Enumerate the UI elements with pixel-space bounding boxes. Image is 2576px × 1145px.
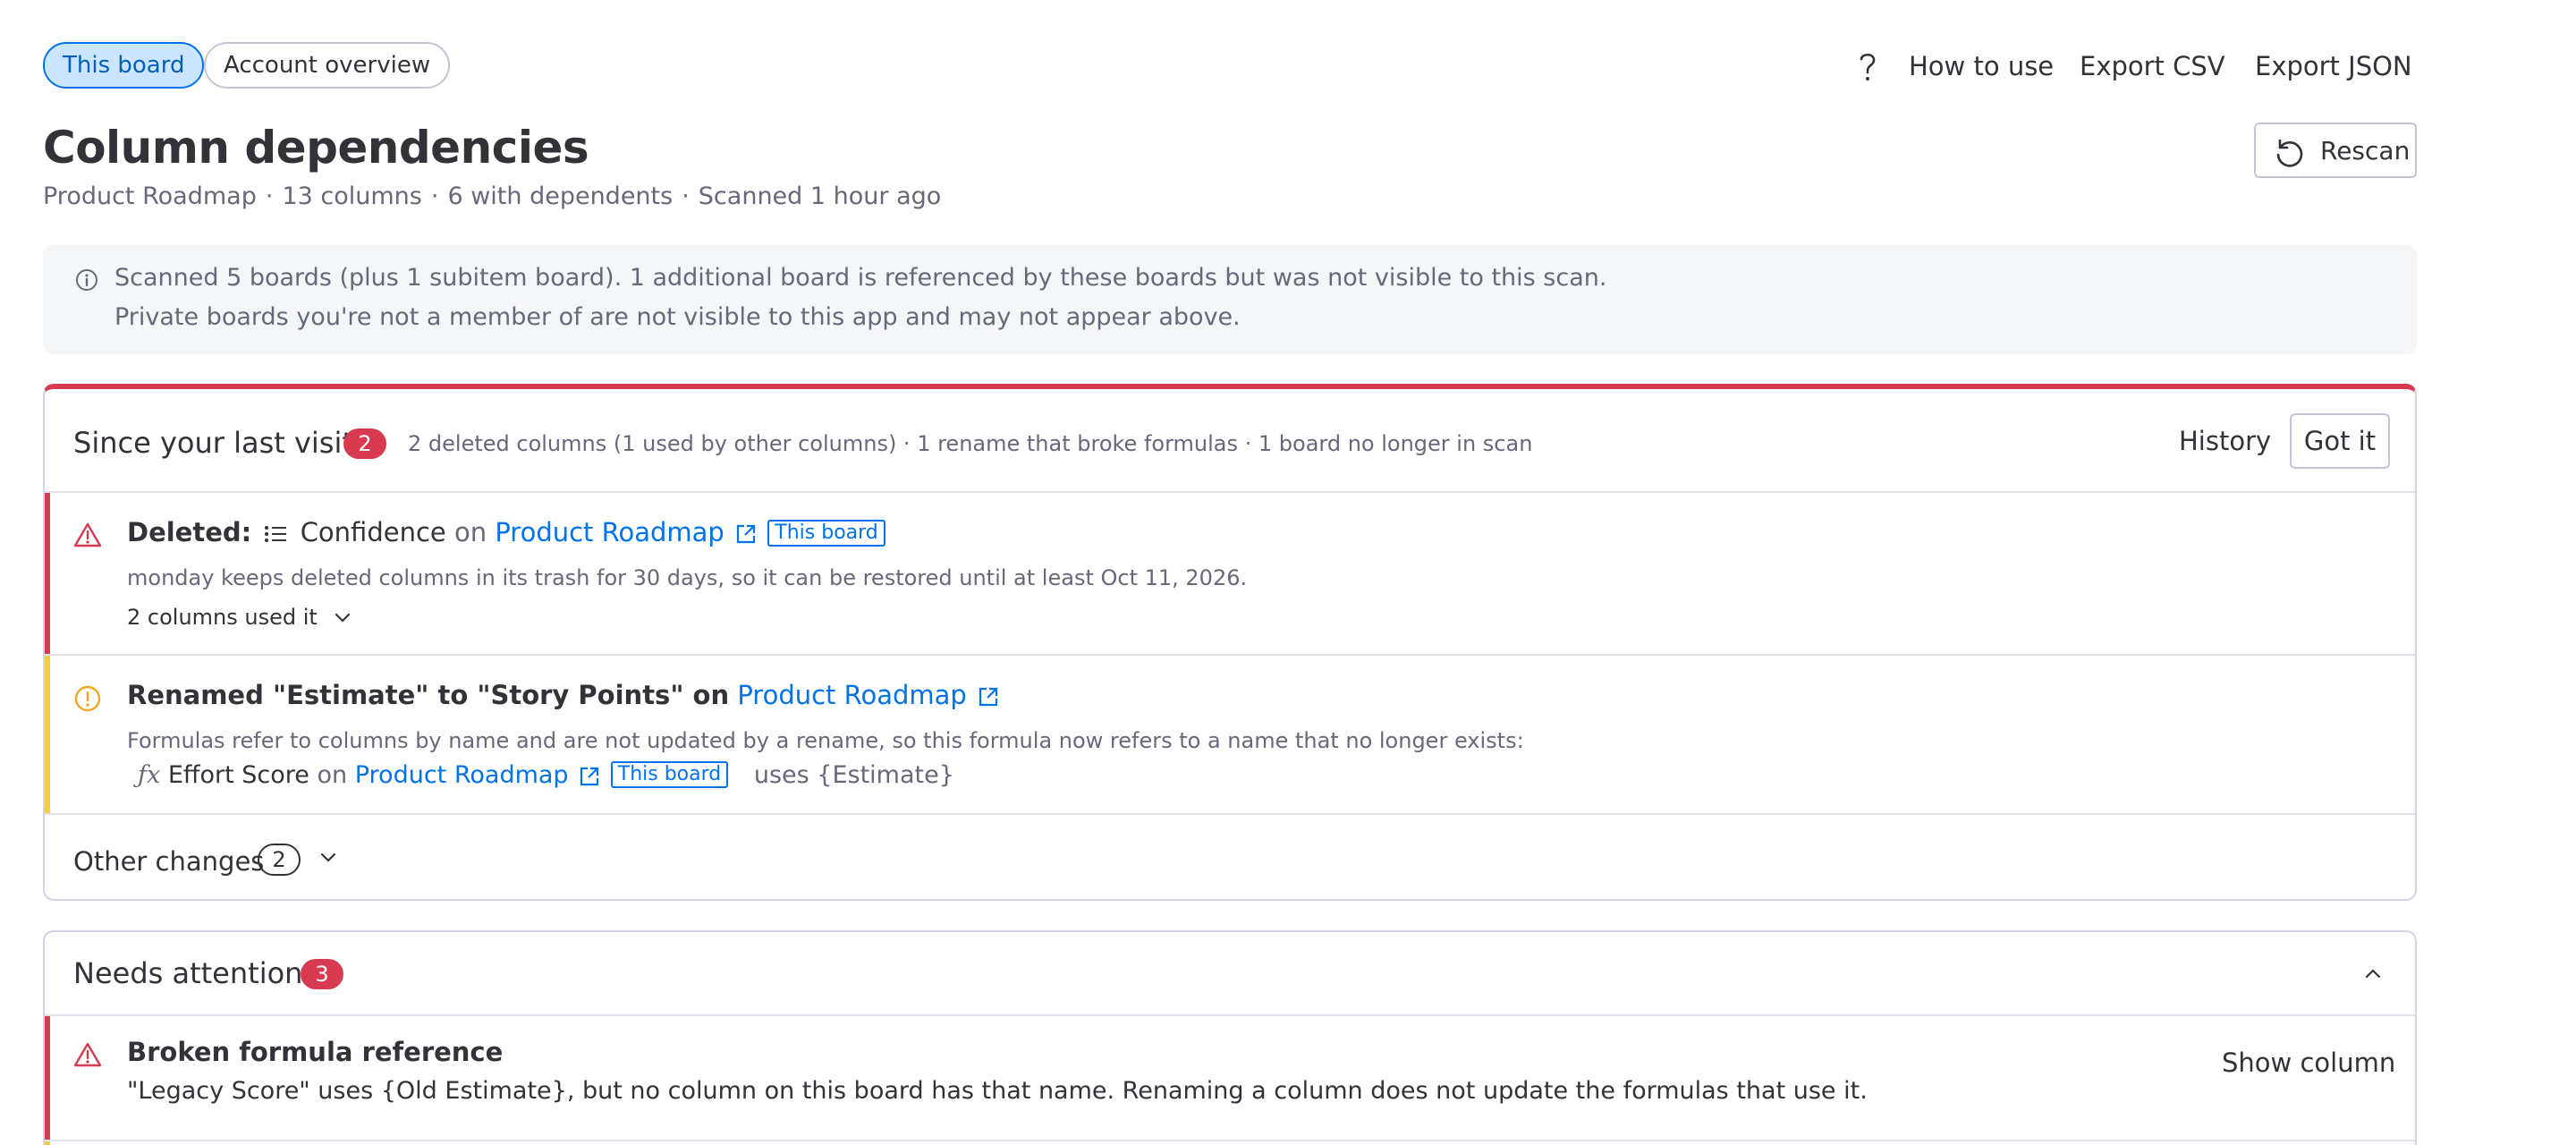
warning-triangle-icon bbox=[73, 1042, 102, 1067]
external-link-icon[interactable] bbox=[578, 765, 601, 788]
danger-bar bbox=[45, 493, 50, 654]
warning-triangle-icon bbox=[73, 522, 102, 547]
since-last-visit-header: Since your last visit 2 2 deleted column… bbox=[45, 389, 2415, 493]
info-icon bbox=[76, 269, 97, 291]
since-last-visit-title: Since your last visit bbox=[73, 426, 353, 460]
formula-uses-text: uses {Estimate} bbox=[753, 761, 954, 789]
chevron-up-icon[interactable] bbox=[2363, 966, 2383, 980]
warning-bar bbox=[45, 1141, 50, 1145]
page-title: Column dependencies bbox=[43, 122, 589, 174]
show-column-button[interactable]: Show column bbox=[2222, 1045, 2395, 1081]
export-csv-button[interactable]: Export CSV bbox=[2080, 48, 2225, 84]
formula-icon: ƒx bbox=[138, 761, 161, 789]
deleted-title-line: Deleted: Confidence on Product Roadmap T… bbox=[127, 514, 886, 550]
this-board-tag: This board bbox=[610, 761, 729, 788]
danger-bar bbox=[45, 1016, 50, 1140]
formula-board-link[interactable]: Product Roadmap bbox=[355, 761, 569, 789]
columns-used-it-toggle[interactable]: 2 columns used it bbox=[127, 602, 352, 632]
since-last-visit-card: Since your last visit 2 2 deleted column… bbox=[43, 384, 2417, 901]
meta-column-count: 13 columns bbox=[282, 182, 422, 210]
needs-attention-header[interactable]: Needs attention 3 bbox=[45, 932, 2415, 1016]
deleted-prefix: Deleted: bbox=[127, 517, 252, 547]
rescan-label: Rescan bbox=[2320, 136, 2411, 165]
this-board-tag: This board bbox=[767, 520, 886, 547]
warning-bar bbox=[45, 656, 50, 813]
attention-item-description: "Legacy Score" uses {Old Estimate}, but … bbox=[127, 1077, 1868, 1105]
rename-explanation: Formulas refer to columns by name and ar… bbox=[127, 728, 1524, 753]
attention-item-title: Broken formula reference bbox=[127, 1037, 504, 1067]
external-link-icon[interactable] bbox=[977, 685, 1000, 708]
affected-formula-line: ƒx Effort Score on Product Roadmap This … bbox=[138, 758, 954, 793]
renamed-board-link[interactable]: Product Roadmap bbox=[737, 680, 967, 710]
external-link-icon[interactable] bbox=[734, 522, 758, 546]
other-changes-count: 2 bbox=[258, 844, 301, 876]
meta-board-name: Product Roadmap bbox=[43, 182, 257, 210]
chevron-down-icon bbox=[320, 852, 336, 862]
export-json-button[interactable]: Export JSON bbox=[2255, 48, 2412, 84]
list-column-icon bbox=[265, 526, 287, 542]
got-it-button[interactable]: Got it bbox=[2290, 413, 2390, 469]
scan-info-banner: Scanned 5 boards (plus 1 subitem board).… bbox=[43, 245, 2417, 354]
since-last-visit-summary: 2 deleted columns (1 used by other colum… bbox=[408, 431, 1533, 456]
columns-used-it-label: 2 columns used it bbox=[127, 605, 318, 630]
other-changes-toggle[interactable]: Other changes 2 bbox=[45, 815, 2415, 899]
meta-separator: · bbox=[682, 182, 690, 210]
attention-item-row: Broken formula reference "Legacy Score" … bbox=[45, 1016, 2415, 1141]
tab-this-board[interactable]: This board bbox=[43, 42, 205, 89]
deleted-column-name: Confidence bbox=[300, 517, 446, 547]
meta-separator: · bbox=[430, 182, 439, 210]
warning-circle-icon bbox=[74, 685, 101, 712]
rescan-button[interactable]: Rescan bbox=[2254, 123, 2417, 178]
deleted-board-link[interactable]: Product Roadmap bbox=[495, 517, 724, 547]
other-changes-label: Other changes bbox=[73, 846, 265, 877]
info-line-2: Private boards you're not a member of ar… bbox=[114, 303, 1241, 331]
meta-scan-time: Scanned 1 hour ago bbox=[698, 182, 942, 210]
how-to-use-link[interactable]: How to use bbox=[1909, 48, 2054, 84]
since-last-visit-count-badge: 2 bbox=[343, 428, 386, 459]
tab-account-overview[interactable]: Account overview bbox=[204, 42, 451, 89]
meta-separator: · bbox=[265, 182, 274, 210]
history-button[interactable]: History bbox=[2179, 423, 2271, 459]
renamed-text: Renamed "Estimate" to "Story Points" on bbox=[127, 680, 730, 710]
deleted-on-label: on bbox=[453, 517, 487, 547]
deleted-restore-note: monday keeps deleted columns in its tras… bbox=[127, 565, 1248, 590]
info-line-1: Scanned 5 boards (plus 1 subitem board).… bbox=[114, 264, 1607, 292]
needs-attention-title: Needs attention bbox=[73, 956, 303, 990]
help-icon[interactable] bbox=[1856, 48, 1879, 84]
renamed-column-row: Renamed "Estimate" to "Story Points" on … bbox=[45, 656, 2415, 815]
needs-attention-card: Needs attention 3 Broken formula referen… bbox=[43, 930, 2417, 1145]
deleted-column-row: Deleted: Confidence on Product Roadmap T… bbox=[45, 493, 2415, 656]
formula-on-label: on bbox=[317, 761, 348, 789]
formula-column-name: Effort Score bbox=[167, 761, 309, 789]
renamed-title-line: Renamed "Estimate" to "Story Points" on … bbox=[127, 677, 1002, 713]
refresh-icon bbox=[2276, 139, 2303, 167]
chevron-down-icon bbox=[335, 613, 351, 623]
meta-dependents-count: 6 with dependents bbox=[447, 182, 674, 210]
board-meta: Product Roadmap · 13 columns · 6 with depend… bbox=[43, 181, 941, 213]
needs-attention-count-badge: 3 bbox=[301, 959, 343, 989]
